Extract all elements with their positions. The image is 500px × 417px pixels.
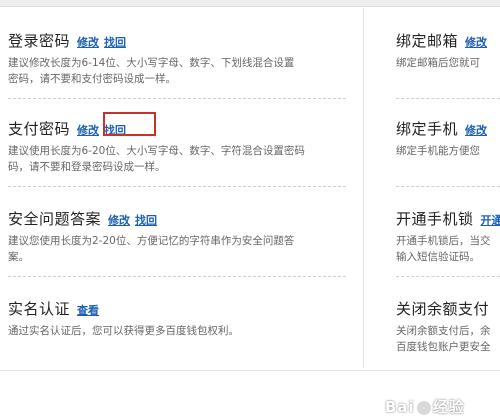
login-password-item: 登录密码 修改 找回 建议修改长度为6-14位、大小写字母、数字、下划线混合设置… bbox=[8, 30, 294, 87]
watermark-brand-right: 经验 bbox=[432, 398, 465, 416]
balance-payment-item: 关闭余额支付 关闭余额支付后，余 百度钱包账户更安全 bbox=[396, 298, 491, 355]
row-separator bbox=[396, 186, 500, 187]
login-password-desc: 建议修改长度为6-14位、大小写字母、数字、下划线混合设置 密码，请不要和支付密… bbox=[8, 57, 295, 85]
security-question-desc: 建议您使用长度为2-20位、方便记忆的字符串作为安全问题答 案。 bbox=[8, 235, 295, 263]
top-rule bbox=[0, 0, 500, 7]
balance-payment-title: 关闭余额支付 bbox=[396, 300, 490, 318]
bind-email-modify-link[interactable]: 修改 bbox=[465, 34, 487, 50]
payment-password-item: 支付密码 修改 找回 建议使用长度为6-20位、大小写字母、数字、字符混合设置密… bbox=[8, 118, 305, 175]
highlight-annotation-box bbox=[103, 112, 156, 136]
payment-password-desc: 建议使用长度为6-20位、大小写字母、数字、字符混合设置密码 码，请不要和登录密… bbox=[8, 145, 305, 173]
login-password-title: 登录密码 bbox=[8, 32, 71, 50]
paw-icon bbox=[416, 400, 431, 415]
login-password-modify-link[interactable]: 修改 bbox=[77, 34, 99, 50]
phone-lock-item: 开通手机锁 开通 开通手机锁后，当交 输入短信验证码。 bbox=[396, 208, 500, 265]
row-separator bbox=[396, 276, 500, 277]
payment-password-modify-link[interactable]: 修改 bbox=[77, 122, 99, 138]
real-name-desc: 通过实名认证后，您可以获得更多百度钱包权利。 bbox=[8, 325, 239, 337]
phone-lock-desc: 开通手机锁后，当交 输入短信验证码。 bbox=[396, 235, 491, 263]
security-question-recover-link[interactable]: 找回 bbox=[135, 212, 157, 228]
row-separator bbox=[8, 98, 346, 99]
security-question-modify-link[interactable]: 修改 bbox=[108, 212, 130, 228]
balance-payment-desc: 关闭余额支付后，余 百度钱包账户更安全 bbox=[396, 325, 491, 353]
phone-lock-enable-link[interactable]: 开通 bbox=[481, 212, 500, 228]
bind-phone-title: 绑定手机 bbox=[396, 120, 459, 138]
row-separator bbox=[396, 98, 500, 99]
bind-email-title: 绑定邮箱 bbox=[396, 32, 459, 50]
phone-lock-title: 开通手机锁 bbox=[396, 210, 474, 228]
bind-phone-desc: 绑定手机能方便您 bbox=[396, 145, 480, 157]
bind-phone-item: 绑定手机 修改 绑定手机能方便您 bbox=[396, 118, 487, 159]
real-name-view-link[interactable]: 查看 bbox=[77, 302, 99, 318]
baidu-jingyan-watermark: Bai 经验 bbox=[385, 396, 465, 417]
real-name-item: 实名认证 查看 通过实名认证后，您可以获得更多百度钱包权利。 bbox=[8, 298, 239, 339]
security-question-title: 安全问题答案 bbox=[8, 210, 102, 228]
security-settings-page: 登录密码 修改 找回 建议修改长度为6-14位、大小写字母、数字、下划线混合设置… bbox=[0, 0, 500, 417]
bind-email-desc: 绑定邮箱后您就可 bbox=[396, 57, 480, 69]
row-separator bbox=[8, 186, 346, 187]
security-question-item: 安全问题答案 修改 找回 建议您使用长度为2-20位、方便记忆的字符串作为安全问… bbox=[8, 208, 294, 265]
real-name-title: 实名认证 bbox=[8, 300, 71, 318]
watermark-brand-left: Bai bbox=[385, 398, 415, 416]
payment-password-title: 支付密码 bbox=[8, 120, 71, 138]
row-separator bbox=[8, 276, 346, 277]
bottom-rule bbox=[0, 370, 500, 371]
column-divider bbox=[363, 8, 364, 368]
bind-phone-modify-link[interactable]: 修改 bbox=[465, 122, 487, 138]
bind-email-item: 绑定邮箱 修改 绑定邮箱后您就可 bbox=[396, 30, 487, 71]
login-password-recover-link[interactable]: 找回 bbox=[104, 34, 126, 50]
